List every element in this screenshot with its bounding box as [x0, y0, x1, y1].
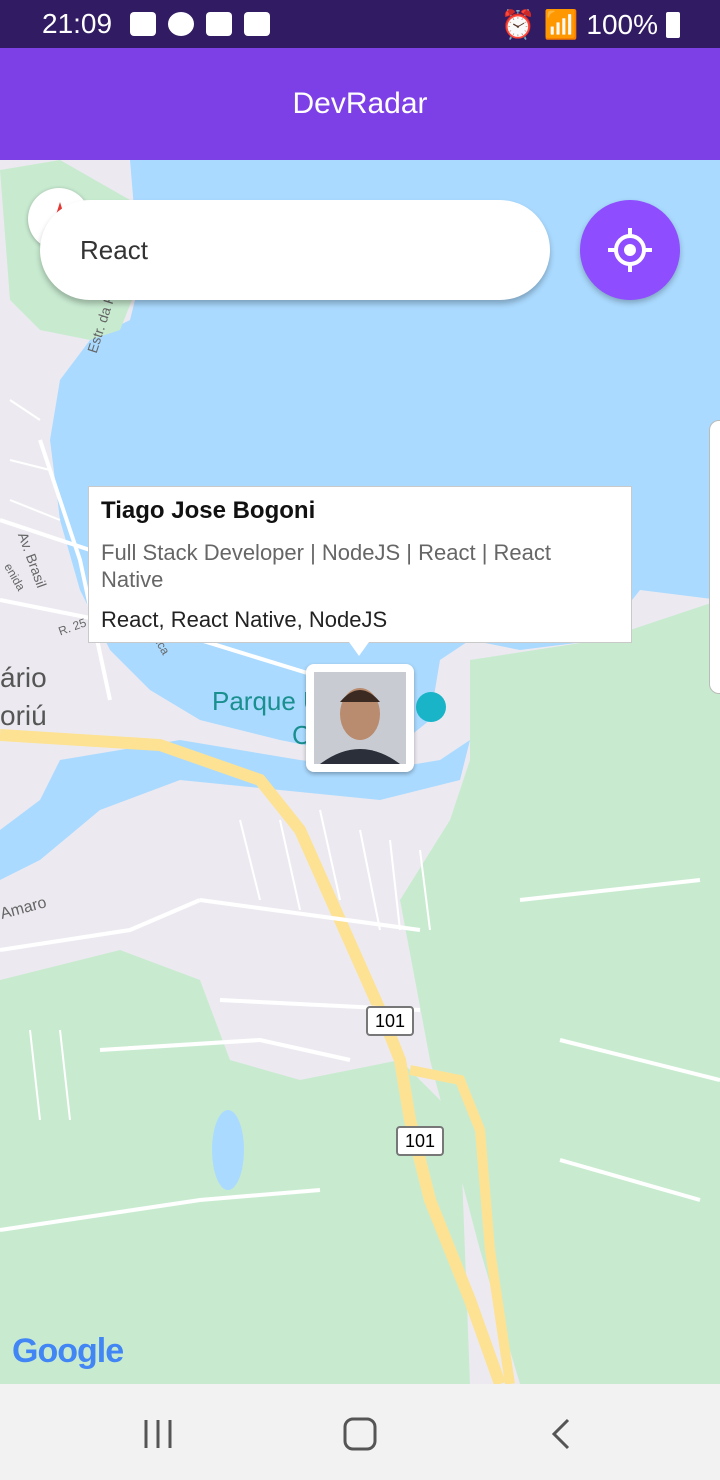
my-location-icon — [608, 228, 652, 272]
google-logo: Google — [12, 1332, 124, 1370]
dev-techs: React, React Native, NodeJS — [101, 607, 388, 632]
a-icon — [168, 12, 194, 36]
battery-icon — [666, 11, 680, 38]
map-view[interactable]: ário oriú Parque U C 101 101 Av. Brasil … — [0, 160, 720, 1384]
system-nav-bar — [0, 1384, 720, 1480]
dev-marker[interactable] — [306, 664, 414, 772]
app-title: DevRadar — [292, 87, 428, 120]
image-icon — [244, 12, 270, 36]
map-label-city-1: ário — [0, 662, 47, 693]
avatar — [314, 672, 406, 764]
map-canvas — [0, 160, 720, 1384]
dev-name: Tiago Jose Bogoni — [101, 497, 316, 524]
route-shield-2: 101 — [396, 1126, 444, 1156]
system-icons: ⏰ 📶 100% — [501, 8, 680, 41]
search-input[interactable]: React — [40, 200, 550, 300]
voicemail-icon — [130, 12, 156, 36]
alarm-icon: ⏰ — [500, 9, 536, 40]
recent-apps-icon[interactable] — [138, 1414, 178, 1454]
home-icon[interactable] — [340, 1414, 380, 1454]
park-pin-icon[interactable] — [416, 692, 446, 722]
clock-icon — [206, 12, 232, 36]
map-label-city-2: oriú — [0, 700, 47, 731]
pond — [212, 1110, 244, 1190]
status-time: 21:09 — [42, 8, 113, 39]
wifi-icon: 📶 — [543, 9, 579, 40]
route-shield-1: 101 — [366, 1006, 414, 1036]
notification-icons — [130, 12, 270, 36]
battery-percent: 100% — [586, 8, 658, 40]
avatar-photo-icon — [314, 672, 406, 764]
app-bar: DevRadar — [0, 48, 720, 160]
dev-callout[interactable]: Tiago Jose Bogoni Full Stack Developer |… — [88, 486, 632, 656]
locate-button[interactable] — [580, 200, 680, 300]
dev-bio: Full Stack Developer | NodeJS | React | … — [101, 540, 552, 592]
status-bar: 21:09 ⏰ 📶 100% — [0, 0, 720, 48]
side-panel-handle[interactable] — [709, 420, 720, 694]
search-input-value: React — [80, 234, 148, 265]
back-icon[interactable] — [542, 1414, 582, 1454]
